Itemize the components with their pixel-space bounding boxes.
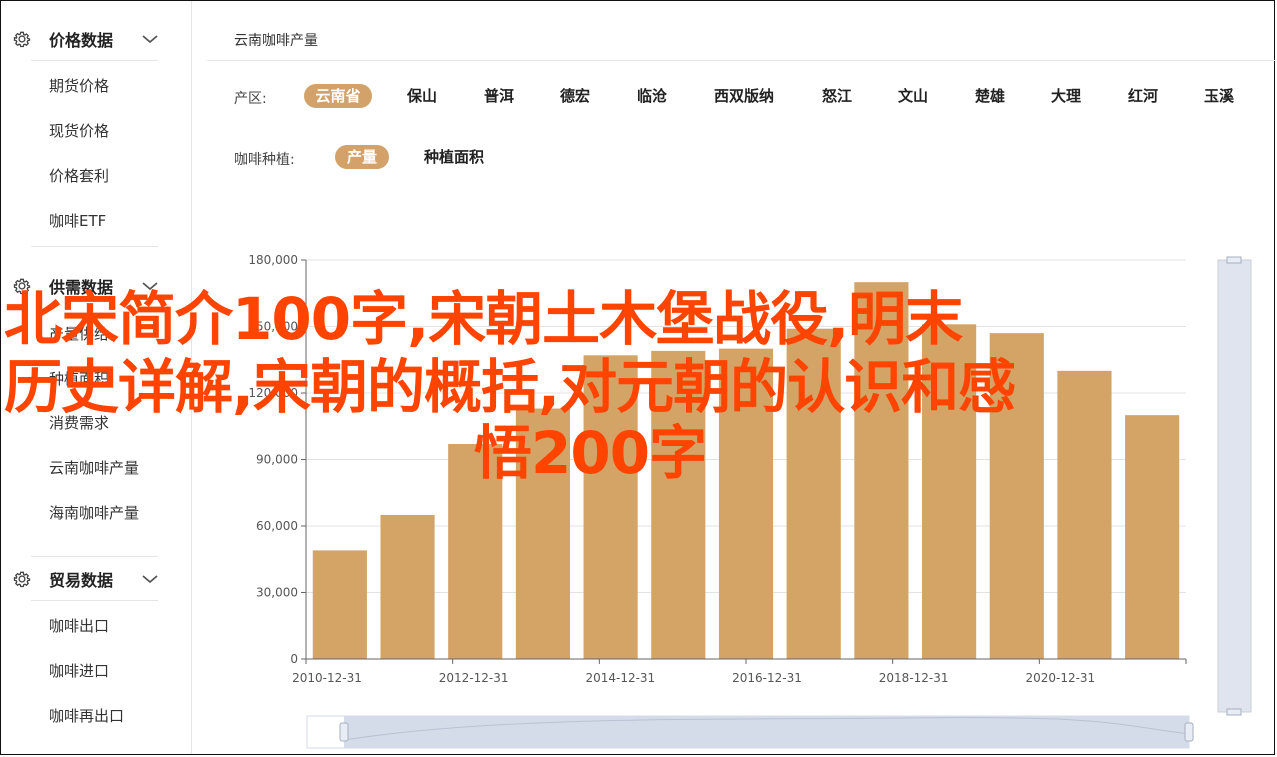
y-tick-label: 90,000 [256, 453, 298, 467]
x-tick-label: 2020-12-31 [1025, 671, 1095, 685]
x-tick-label: 2010-12-31 [292, 671, 362, 685]
bar[interactable] [312, 550, 367, 659]
y-zoom-handle-top[interactable] [1226, 256, 1242, 264]
x-zoom-handle-left[interactable] [339, 722, 349, 742]
bar[interactable] [1057, 370, 1112, 659]
chart-x-axis: 2010-12-31 2012-12-31 2014-12-31 2016-12-31… [292, 658, 1187, 685]
x-tick-label: 2016-12-31 [732, 671, 802, 685]
y-tick-label: 0 [290, 652, 298, 666]
overlay-headline-line-1: 北宋简介100字,宋朝土木堡战役,明末 [4, 285, 963, 353]
y-zoom-handle-bottom[interactable] [1226, 708, 1242, 716]
overlay-headline-line-2: 历史详解,宋朝的概括,对元朝的认识和感 [4, 353, 1016, 421]
x-tick-label: 2014-12-31 [585, 671, 655, 685]
bar[interactable] [1125, 415, 1180, 659]
y-tick-label: 60,000 [256, 519, 298, 533]
x-zoom-handle-right[interactable] [1184, 722, 1194, 742]
x-tick-label: 2018-12-31 [879, 671, 949, 685]
overlay-headline-line-3: 悟200字 [474, 419, 707, 487]
y-tick-label: 30,000 [256, 586, 298, 600]
x-tick-label: 2012-12-31 [439, 671, 509, 685]
y-tick-label: 180,000 [248, 253, 298, 267]
y-zoom-slider[interactable] [1217, 259, 1252, 713]
bar[interactable] [380, 514, 435, 659]
x-zoom-slider[interactable] [344, 716, 1189, 748]
